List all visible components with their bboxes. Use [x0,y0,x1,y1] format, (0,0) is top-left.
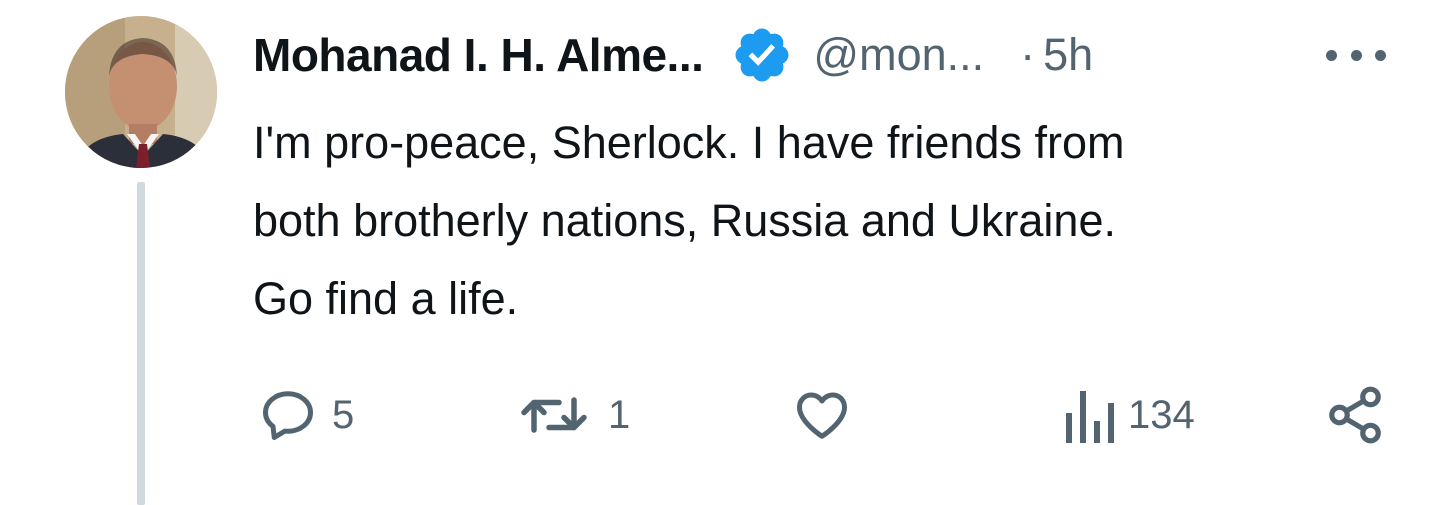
views-button[interactable]: 134 [1062,385,1195,445]
share-icon [1324,384,1386,446]
retweet-icon [514,385,594,445]
reply-button[interactable]: 5 [258,385,354,445]
views-icon [1062,385,1114,445]
heart-icon [792,385,852,445]
reply-count: 5 [332,392,355,437]
views-count: 134 [1128,392,1195,437]
share-button[interactable] [1324,385,1386,445]
tweet-text: I'm pro-peace, Sherlock. I have friends … [253,117,1125,324]
reply-icon [258,385,318,445]
thread-line [137,182,145,505]
verified-badge-icon [731,24,793,86]
like-button[interactable] [792,385,866,445]
more-options-icon[interactable] [1326,44,1386,66]
separator-dot: · [1020,29,1036,80]
tweet-header: Mohanad I. H. Alme... @mon... · 5h [253,24,1093,86]
author-display-name[interactable]: Mohanad I. H. Alme... [253,28,704,82]
avatar[interactable] [65,16,217,168]
retweet-button[interactable]: 1 [514,385,630,445]
timestamp[interactable]: 5h [1043,29,1093,81]
author-handle[interactable]: @mon... [813,29,984,81]
retweet-count: 1 [608,392,631,437]
